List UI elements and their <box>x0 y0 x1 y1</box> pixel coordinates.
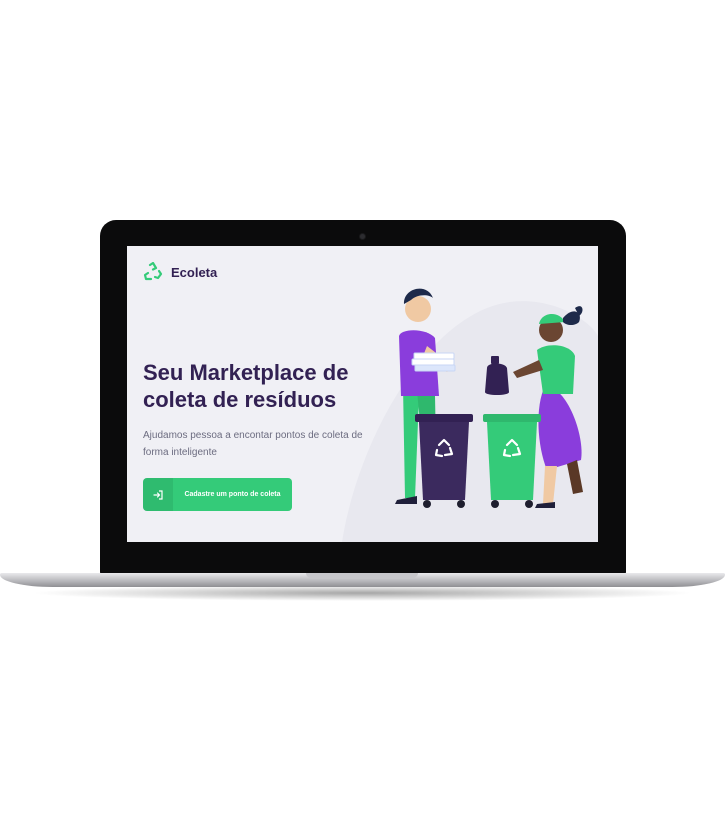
green-recycle-bin <box>483 414 541 508</box>
log-in-icon <box>153 489 163 500</box>
laptop-screen: Ecoleta Seu Marketplace de coleta de res… <box>127 246 598 542</box>
laptop-shadow <box>30 585 695 601</box>
recycle-icon <box>143 262 163 281</box>
webcam <box>360 234 365 239</box>
laptop-notch <box>306 573 418 578</box>
laptop-mockup: Ecoleta Seu Marketplace de coleta de res… <box>0 0 725 818</box>
cta-label: Cadastre um ponto de coleta <box>184 491 281 498</box>
cta-icon-box <box>143 478 173 511</box>
hero-title-line1: Seu Marketplace de <box>143 360 349 385</box>
header: Ecoleta <box>143 262 217 282</box>
register-collection-point-button[interactable]: Cadastre um ponto de coleta <box>143 478 292 511</box>
hero-title: Seu Marketplace de coleta de resíduos <box>143 359 373 413</box>
hero-description: Ajudamos pessoa a encontar pontos de col… <box>143 430 363 458</box>
app-name: Ecoleta <box>171 264 218 280</box>
purple-recycle-bin <box>415 414 473 508</box>
hero-title-line2: coleta de resíduos <box>143 387 337 412</box>
